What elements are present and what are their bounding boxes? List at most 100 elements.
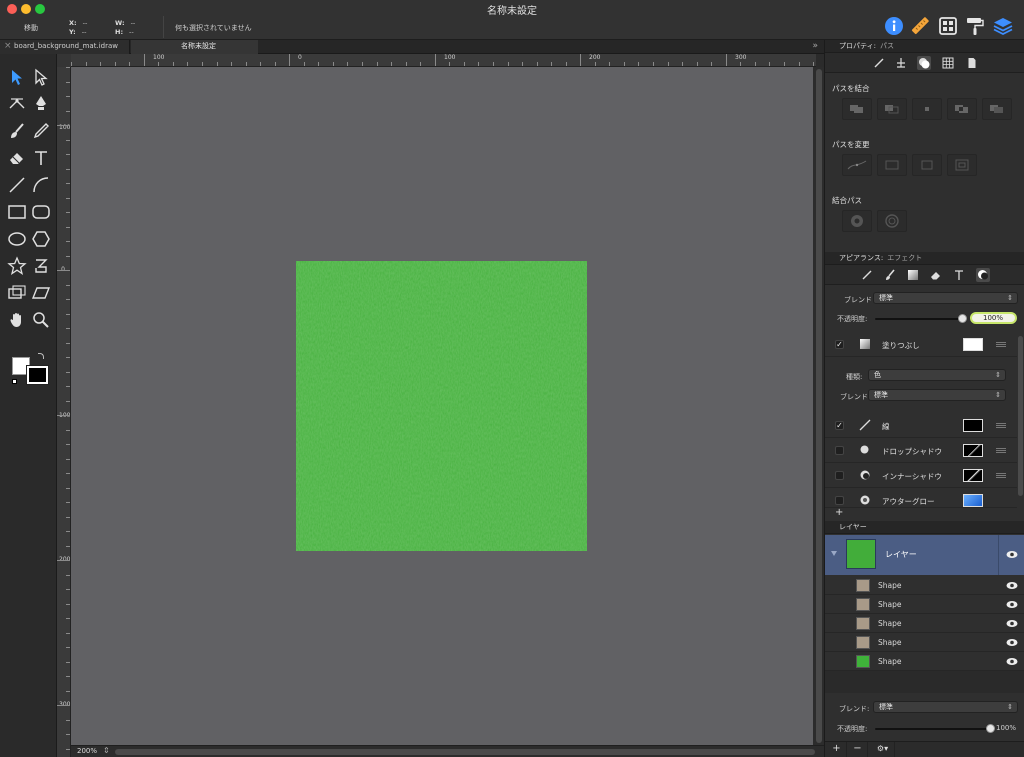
layer-opacity-value[interactable]: 100% [996,724,1016,732]
smooth-path-button[interactable] [842,154,872,176]
flatten-path-button[interactable] [912,154,942,176]
brush-tool-icon[interactable] [7,121,27,141]
inspector-scrollbar[interactable] [1018,336,1023,496]
layer-blend-select[interactable]: 標準 ⇕ [873,701,1018,713]
inner-shadow-color-swatch[interactable] [963,469,983,482]
direct-selection-tool-icon[interactable] [31,67,51,87]
info-icon[interactable] [883,15,905,37]
polygon-tool-icon[interactable] [31,229,51,249]
ruler-icon[interactable] [909,15,931,37]
zoom-level[interactable]: 200% [77,747,97,755]
effect-checkbox[interactable] [835,446,844,455]
grid-icon[interactable] [937,15,959,37]
effects-style-icon[interactable] [976,268,990,282]
layers-icon[interactable] [992,15,1014,37]
exclude-button[interactable] [947,98,977,120]
stroke-properties-icon[interactable] [872,56,886,70]
green-felt-shape[interactable] [296,261,587,551]
stroke-color-swatch[interactable] [963,419,983,432]
default-colors-icon[interactable] [12,379,17,384]
effect-checkbox[interactable] [835,496,844,505]
subtract-button[interactable] [877,98,907,120]
effect-row-stroke[interactable]: ✓ 線 [825,413,1017,438]
effect-checkbox[interactable] [835,471,844,480]
artboard-tool-icon[interactable] [7,283,27,303]
layer-options-gear-icon[interactable]: ⚙▾ [871,742,895,757]
arc-tool-icon[interactable] [31,175,51,195]
vertical-ruler[interactable]: 100 0 100 200 300 [57,67,71,757]
release-compound-button[interactable] [877,210,907,232]
offset-path-button[interactable] [947,154,977,176]
spiral-tool-icon[interactable] [31,256,51,276]
outline-path-button[interactable] [877,154,907,176]
disclosure-triangle-icon[interactable] [831,551,837,556]
visibility-eye-icon[interactable] [1006,550,1018,559]
layer-row-shape-1[interactable]: Shape [825,576,1024,595]
horizontal-scroll-thumb[interactable] [115,749,815,755]
opacity-slider[interactable] [875,318,962,320]
pen-tool-icon[interactable] [31,94,51,114]
glow-color-swatch[interactable] [963,494,983,507]
effect-row-drop-shadow[interactable]: ドロップシャドウ [825,438,1017,463]
shadow-color-swatch[interactable] [963,444,983,457]
scroll-thumb[interactable] [816,69,822,743]
make-compound-button[interactable] [842,210,872,232]
skew-tool-icon[interactable] [31,283,51,303]
pencil-tool-icon[interactable] [31,121,51,141]
fill-blend-select[interactable]: 標準 ⇕ [868,389,1006,401]
stroke-color-well[interactable] [26,365,49,385]
hand-tool-icon[interactable] [7,310,27,330]
add-effect-button[interactable]: + [835,507,843,518]
blend-select[interactable]: 標準 ⇕ [873,292,1018,304]
layer-row-shape-2[interactable]: Shape [825,595,1024,614]
layer-row-main[interactable]: レイヤー [825,535,1024,575]
vertical-scrollbar[interactable] [813,67,824,745]
gradient-style-icon[interactable] [906,268,920,282]
fill-checkbox[interactable]: ✓ [835,340,844,349]
layer-row-shape-5[interactable]: Shape [825,652,1024,671]
drawing-canvas[interactable] [71,67,813,745]
fill-type-select[interactable]: 色 ⇕ [868,369,1006,381]
drag-handle-icon[interactable] [996,448,1006,453]
anchor-properties-icon[interactable] [894,56,908,70]
path-properties-icon[interactable] [917,56,931,70]
tab-close-icon[interactable]: × [4,40,12,53]
add-layer-button[interactable]: + [827,742,847,757]
paint-roller-icon[interactable] [964,15,986,37]
tab-board-background-mat[interactable]: × board_background_mat.idraw × [0,40,143,54]
remove-layer-button[interactable]: − [848,742,868,757]
visibility-eye-icon[interactable] [1006,638,1018,647]
grid-properties-icon[interactable] [941,56,955,70]
line-tool-icon[interactable] [7,175,27,195]
layer-opacity-slider[interactable] [875,728,990,730]
horizontal-ruler[interactable]: 100 0 100 200 300 [71,54,816,67]
eraser-style-icon[interactable] [929,268,943,282]
zoom-tool-icon[interactable] [31,310,51,330]
layer-row-shape-3[interactable]: Shape [825,614,1024,633]
star-tool-icon[interactable] [7,256,27,276]
effect-row-outer-glow[interactable]: アウターグロー [825,488,1017,508]
opacity-value-field[interactable]: 100% [970,312,1017,324]
text-style-icon[interactable] [952,268,966,282]
node-tool-icon[interactable] [7,94,27,114]
document-properties-icon[interactable] [965,56,979,70]
drag-handle-icon[interactable] [996,423,1006,428]
selection-tool-icon[interactable] [7,67,27,87]
fill-effect-row[interactable]: ✓ 塗りつぶし [825,332,1017,357]
drag-handle-icon[interactable] [996,473,1006,478]
tab-untitled[interactable]: 名称未設定 [131,40,258,54]
fill-color-swatch[interactable] [963,338,983,351]
drag-handle-icon[interactable] [996,342,1006,347]
visibility-eye-icon[interactable] [1006,600,1018,609]
rounded-rectangle-tool-icon[interactable] [31,202,51,222]
layer-row-shape-4[interactable]: Shape [825,633,1024,652]
brush-style-icon[interactable] [883,268,897,282]
eraser-tool-icon[interactable] [7,148,27,168]
visibility-eye-icon[interactable] [1006,619,1018,628]
divide-button[interactable] [982,98,1012,120]
union-button[interactable] [842,98,872,120]
effect-checkbox[interactable]: ✓ [835,421,844,430]
text-tool-icon[interactable] [31,148,51,168]
ellipse-tool-icon[interactable] [7,229,27,249]
zoom-stepper-icon[interactable]: ⇕ [103,746,110,755]
